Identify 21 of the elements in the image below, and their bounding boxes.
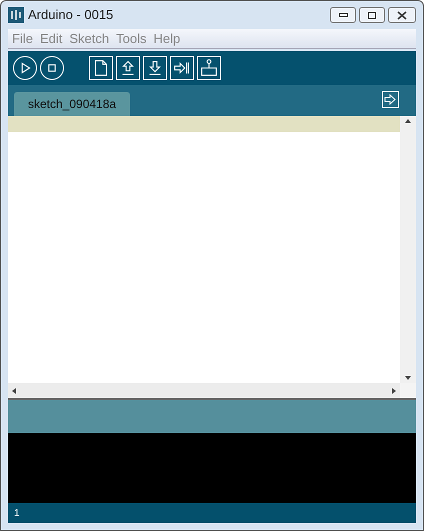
maximize-button[interactable] [359, 7, 385, 23]
horizontal-scrollbar[interactable] [8, 383, 400, 398]
play-icon[interactable] [13, 56, 37, 80]
menu-item[interactable]: Sketch [69, 28, 110, 48]
menu-item[interactable]: File [12, 28, 33, 48]
menu-item[interactable]: Tools [116, 28, 146, 48]
monitor-icon[interactable] [197, 56, 221, 80]
tab-menu-button[interactable] [382, 91, 399, 108]
line-number: 1 [14, 506, 20, 520]
app-logo-icon [8, 7, 24, 23]
menu-item[interactable]: Help [153, 28, 180, 48]
window-title: Arduino - 0015 [28, 6, 114, 24]
sketch-tab[interactable]: sketch_090418a [14, 92, 130, 116]
minimize-button[interactable] [330, 7, 356, 23]
new-file-icon[interactable] [89, 56, 113, 80]
vertical-scrollbar[interactable] [400, 116, 416, 383]
close-button[interactable] [388, 7, 416, 23]
menu-item[interactable]: Edit [40, 28, 62, 48]
close-icon [397, 10, 407, 20]
scrollbar-corner [400, 383, 416, 398]
stop-icon[interactable] [40, 56, 64, 80]
